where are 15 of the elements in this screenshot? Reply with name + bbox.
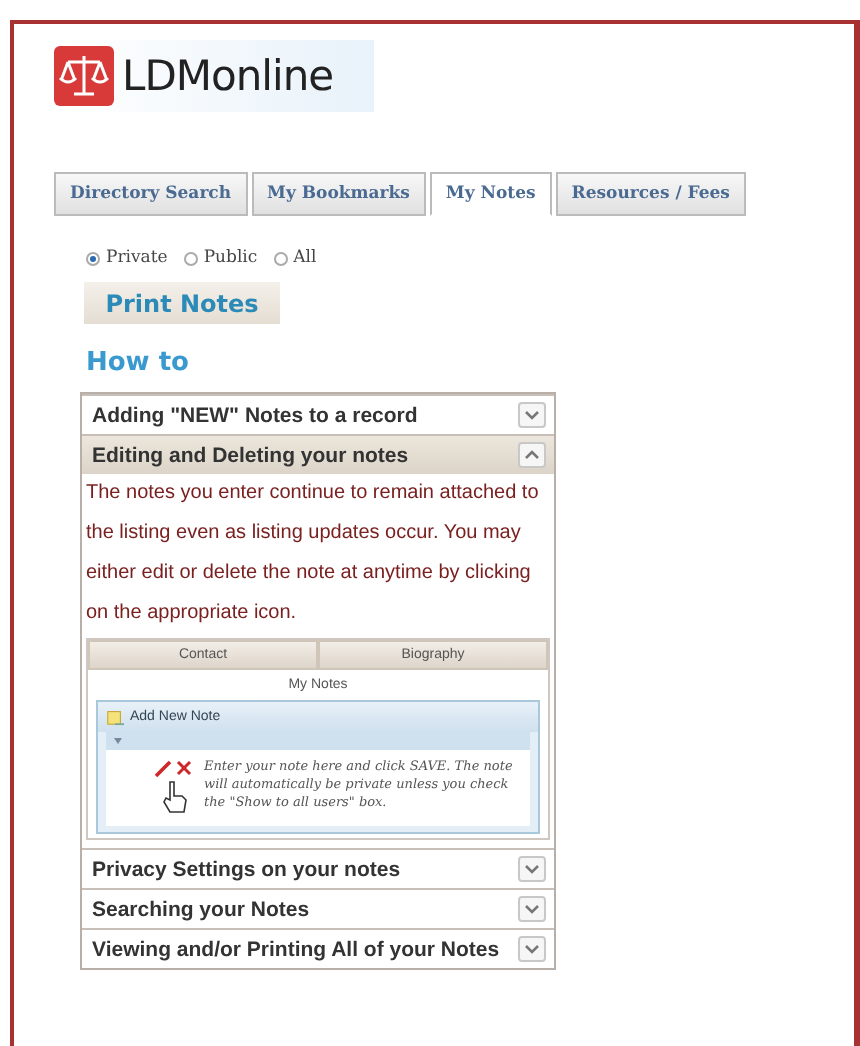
accordion-header[interactable]: Viewing and/or Printing All of your Notes xyxy=(82,928,554,968)
nav-tab[interactable]: My Bookmarks xyxy=(251,172,426,216)
nav-tab[interactable]: Resources / Fees xyxy=(555,172,746,216)
radio-label: Private xyxy=(106,248,168,268)
accordion-header[interactable]: Adding "NEW" Notes to a record xyxy=(82,394,554,434)
nav-tab[interactable]: My Notes xyxy=(429,172,552,216)
nav-tab[interactable]: Directory Search xyxy=(54,172,248,216)
radio-label: Public xyxy=(203,248,258,268)
radio-label: All xyxy=(293,248,317,268)
accordion-header[interactable]: Editing and Deleting your notes xyxy=(82,434,554,474)
accordion-header[interactable]: Searching your Notes xyxy=(82,888,554,928)
accordion-header[interactable]: Privacy Settings on your notes xyxy=(82,848,554,888)
help-paragraph: The notes you enter continue to remain attached to the listing even as listing updates occur. You may either edit or delete the note at anytime by clicking on the appropriate icon. xyxy=(84,480,541,628)
logo-text: LDMonline xyxy=(122,52,334,100)
section-title: How to xyxy=(86,348,191,378)
